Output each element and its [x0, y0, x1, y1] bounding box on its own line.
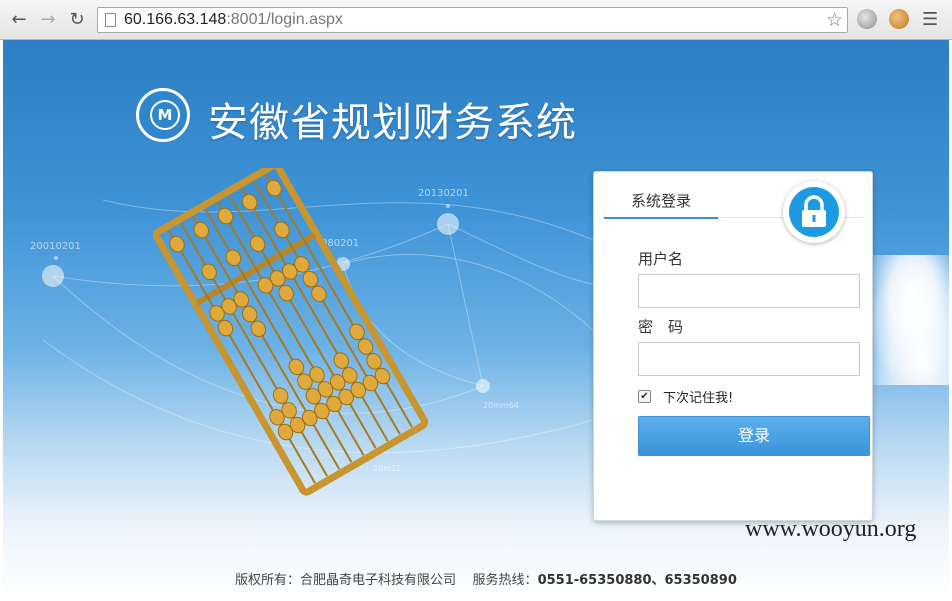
login-button[interactable]: 登录: [638, 416, 870, 456]
logo-icon: M: [136, 88, 190, 142]
watermark: www.wooyun.org: [745, 516, 917, 542]
logo-glyph: M: [150, 100, 180, 130]
username-input[interactable]: [638, 274, 860, 308]
browser-toolbar: ← → ↻ 60.166.63.148:8001/login.aspx ☆ ☰: [0, 0, 952, 40]
forward-arrow-icon[interactable]: →: [37, 9, 59, 31]
bg-label: 20mm64: [483, 401, 519, 410]
page-icon: [105, 13, 116, 27]
checkmark-icon: ✔: [640, 391, 649, 402]
url-path: :8001/login.aspx: [226, 11, 343, 28]
reload-icon[interactable]: ↻: [66, 9, 88, 31]
bg-label: 20010201: [30, 241, 81, 252]
hotline-label: 服务热线：: [472, 573, 538, 588]
login-panel: 系统登录 用户名 密 码 ✔ 下次记住我! 登录: [593, 171, 873, 521]
cookie-icon[interactable]: [889, 9, 909, 29]
address-bar[interactable]: 60.166.63.148:8001/login.aspx ☆: [97, 7, 848, 33]
password-input[interactable]: [638, 342, 860, 376]
abacus-illustration: [153, 168, 429, 496]
globe-icon[interactable]: [857, 9, 877, 29]
hotline-numbers: 0551-65350880、65350890: [537, 573, 737, 588]
lock-badge: [783, 181, 845, 243]
remember-me-label[interactable]: 下次记住我!: [663, 387, 733, 406]
star-icon[interactable]: ☆: [826, 9, 843, 31]
copyright-text: 版权所有：合肥晶奇电子科技有限公司: [235, 573, 457, 588]
tab-system-login[interactable]: 系统登录: [604, 185, 718, 219]
back-arrow-icon[interactable]: ←: [8, 9, 30, 31]
password-label: 密 码: [638, 318, 684, 336]
url-host: 60.166.63.148: [124, 11, 227, 28]
lock-icon: [789, 187, 839, 237]
menu-icon[interactable]: ☰: [922, 9, 938, 30]
footer: 版权所有：合肥晶奇电子科技有限公司 服务热线：0551-65350880、653…: [235, 569, 737, 588]
username-label: 用户名: [638, 250, 684, 268]
remember-me-checkbox[interactable]: ✔: [638, 390, 651, 403]
page-title: 安徽省规划财务系统: [208, 100, 577, 146]
url-text[interactable]: 60.166.63.148:8001/login.aspx: [124, 11, 343, 29]
